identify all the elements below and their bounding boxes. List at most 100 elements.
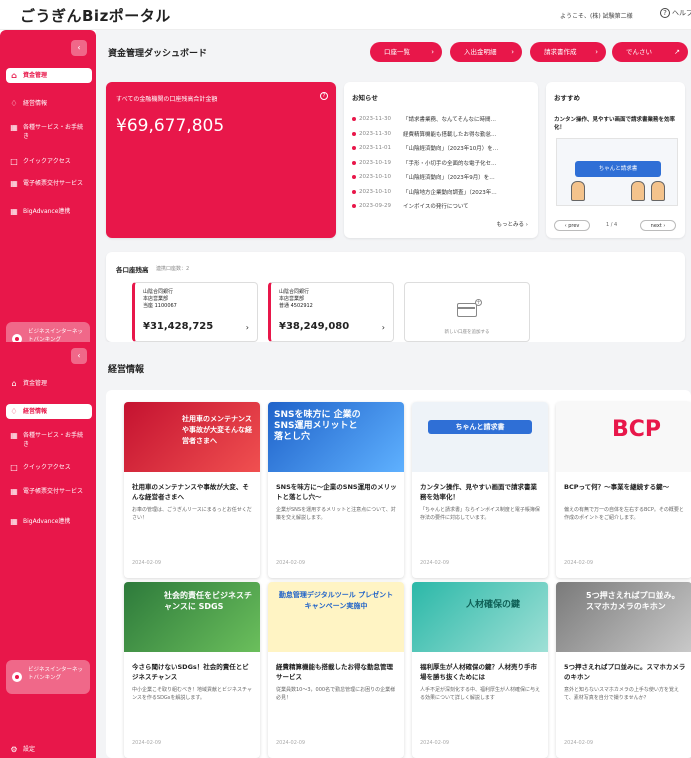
chevron-right-icon: › [245, 323, 249, 332]
densai-button[interactable]: でんさい ↗ [612, 42, 688, 62]
article-card[interactable]: ちゃんと請求書 カンタン操作、見やすい画面で請求書業務を効率化！ 「ちゃんと請求… [412, 402, 548, 578]
linked-account-count: 連携口座数：2 [156, 266, 190, 272]
account-balance: ¥31,428,725 [143, 321, 214, 332]
account-balance: ¥38,249,080 [279, 321, 350, 332]
article-thumbnail: 5つ押さえればプロ並み。スマホカメラのキホン [556, 582, 691, 652]
section-title: 経営情報 [108, 365, 145, 375]
article-thumbnail: 人材確保の鍵 [412, 582, 548, 652]
bulb-icon: ♢ [10, 407, 18, 416]
grid-icon: ▦ [10, 179, 18, 188]
grid-icon: ▦ [10, 517, 18, 526]
help-link[interactable]: ? ヘルプ [660, 8, 691, 18]
sidebar-item-e-documents[interactable]: ▦ 電子帳票交付サービス [6, 484, 92, 499]
sidebar-collapse-button[interactable]: ‹ [71, 40, 87, 56]
article-card[interactable]: BCP BCPって何？～事業を継続する鍵～ 偏えの有無で万一の自体を左右するBC… [556, 402, 691, 578]
invoice-create-button[interactable]: 請求書作成 › [530, 42, 606, 62]
add-account-card[interactable]: + 新しい口座を追加する [404, 282, 530, 342]
sidebar-item-bigadvance[interactable]: ▦ BigAdvance連携 [6, 204, 92, 219]
bullet-icon [352, 189, 356, 194]
article-card[interactable]: 勤怠管理デジタルツール プレゼントキャンペーン実施中 経費精算機能も搭載したお得… [268, 582, 404, 758]
sidebar-item-management[interactable]: ♢ 経営情報 [6, 96, 92, 111]
sidebar-item-settings[interactable]: ⚙ 設定 [6, 742, 92, 757]
grid-icon: ▦ [10, 487, 18, 496]
page-indicator: 1 / 4 [606, 222, 618, 228]
news-more-link[interactable]: もっとみる › [497, 220, 528, 228]
person-illustration [631, 181, 645, 201]
grid-icon: ▦ [10, 431, 18, 440]
article-card[interactable]: SNSを味方に 企業のSNS運用メリットと落とし穴 SNSを味方に～企業のSNS… [268, 402, 404, 578]
article-thumbnail: 勤怠管理デジタルツール プレゼントキャンペーン実施中 [268, 582, 404, 652]
card-icon [457, 303, 477, 317]
recommend-card: おすすめ カンタン操作、見やすい画面で請求書業務を効率化！ ちゃんと請求書 ‹ … [546, 82, 685, 238]
news-heading: お知らせ [352, 94, 378, 102]
total-balance-label: すべての金融機関の口座残高合計金額 [116, 96, 218, 103]
news-item[interactable]: 2023-11-30 経費精算機能も搭載したお得な勤怠… [352, 127, 532, 142]
news-card: お知らせ 2023-11-30 「請求書業務、なんてそんなに時間… 2023-11… [344, 82, 538, 238]
recommend-banner-image[interactable]: ちゃんと請求書 [556, 138, 678, 206]
article-grid: 社用車のメンテナンスや事故が大変そんな経営者さまへ 社用車のメンテナンスや事故が… [106, 390, 691, 758]
transactions-button[interactable]: 入出金明細 › [450, 42, 522, 62]
bullet-icon [352, 204, 356, 209]
sidebar-second: ‹ ⌂ 資金管理 ♢ 経営情報 ▦ 各種サービス・お手続き □ クイックアクセス ▦ 電子… [0, 342, 96, 758]
yen-icon: ⌂ [11, 379, 17, 388]
article-card[interactable]: 5つ押さえればプロ並み。スマホカメラのキホン 5つ押さえればプロ並みに。スマホカ… [556, 582, 691, 758]
article-thumbnail: ちゃんと請求書 [412, 402, 548, 472]
sidebar-item-funds[interactable]: ⌂ 資金管理 [6, 376, 92, 391]
article-thumbnail: 社用車のメンテナンスや事故が大変そんな経営者さまへ [124, 402, 260, 472]
recommend-heading: おすすめ [554, 94, 580, 102]
gear-icon: ⚙ [10, 745, 18, 754]
sidebar-item-funds[interactable]: ⌂ 資金管理 [6, 68, 92, 83]
bullet-icon [352, 117, 356, 122]
grid-icon: ▦ [10, 123, 18, 132]
total-balance-amount: ¥69,677,805 [116, 116, 225, 136]
sidebar-item-quick-access[interactable]: □ クイックアクセス [6, 154, 92, 169]
recommend-title[interactable]: カンタン操作、見やすい画面で請求書業務を効率化！ [554, 116, 678, 132]
bullet-icon [352, 175, 356, 180]
chevron-right-icon: › [381, 323, 385, 332]
news-item[interactable]: 2023-10-10 「山陰地方企業動向調査」（2023年… [352, 185, 532, 200]
plus-icon: + [475, 299, 482, 306]
article-card[interactable]: 人材確保の鍵 福利厚生が人材確保の鍵？人材売り手市場を勝ち抜くためには 人手不足… [412, 582, 548, 758]
info-icon[interactable]: ? [320, 92, 328, 100]
chevron-right-icon: › [595, 48, 598, 56]
sidebar-collapse-button[interactable]: ‹ [71, 348, 87, 364]
account-card[interactable]: 山陰合同銀行 本店営業部 当座 1100067 ¥31,428,725 › [132, 282, 258, 342]
article-thumbnail: SNSを味方に 企業のSNS運用メリットと落とし穴 [268, 402, 404, 472]
bullet-icon [352, 160, 356, 165]
news-item[interactable]: 2023-10-19 「手形・小切手の全面的な電子化セ… [352, 156, 532, 171]
page-title: 資金管理ダッシュボード [108, 49, 208, 59]
person-illustration [571, 181, 585, 201]
internet-banking-button[interactable]: ビジネスインターネットバンキング [6, 660, 90, 694]
sidebar-item-quick-access[interactable]: □ クイックアクセス [6, 460, 92, 475]
person-illustration [651, 181, 665, 201]
news-item[interactable]: 2023-11-01 「山陰経済動向」（2023年10月）を… [352, 141, 532, 156]
welcome-text: ようこそ、(株) 試験第二様 [560, 13, 633, 20]
chevron-right-icon: › [431, 48, 434, 56]
next-button[interactable]: next › [640, 220, 676, 231]
news-item[interactable]: 2023-11-30 「請求書業務、なんてそんなに時間… [352, 112, 532, 127]
sidebar-item-e-documents[interactable]: ▦ 電子帳票交付サービス [6, 176, 92, 191]
yen-icon: ⌂ [11, 71, 17, 80]
external-link-icon: ↗ [674, 48, 680, 56]
sidebar-item-services[interactable]: ▦ 各種サービス・お手続き [6, 120, 92, 144]
sidebar-item-services[interactable]: ▦ 各種サービス・お手続き [6, 428, 92, 452]
help-icon: ? [660, 8, 670, 18]
prev-button[interactable]: ‹ prev [554, 220, 590, 231]
help-label: ヘルプ [672, 9, 691, 17]
total-balance-card: すべての金融機関の口座残高合計金額 ? ¥69,677,805 [106, 82, 336, 238]
news-item[interactable]: 2023-10-10 「山陰経済動向」（2023年9月）を… [352, 170, 532, 185]
app-logo[interactable]: ごうぎんBizポータル [20, 5, 171, 26]
recommend-pager: ‹ prev 1 / 4 next › [554, 220, 678, 232]
account-list-button[interactable]: 口座一覧 › [370, 42, 442, 62]
article-card[interactable]: 社会的責任をビジネスチャンスに SDGS 今さら聞けないSDGs！社会的責任とビ… [124, 582, 260, 758]
bulb-icon: ♢ [10, 99, 18, 108]
account-card[interactable]: 山陰合同銀行 本店営業部 普通 4502912 ¥38,249,080 › [268, 282, 394, 342]
grid-icon: ▦ [10, 207, 18, 216]
article-card[interactable]: 社用車のメンテナンスや事故が大変そんな経営者さまへ 社用車のメンテナンスや事故が… [124, 402, 260, 578]
bookmark-icon: □ [10, 463, 18, 472]
news-item[interactable]: 2023-09-29 インボイスの発行について [352, 199, 532, 214]
news-list: 2023-11-30 「請求書業務、なんてそんなに時間… 2023-11-30 経費… [352, 112, 532, 214]
sidebar-item-management[interactable]: ♢ 経営情報 [6, 404, 92, 419]
sidebar-item-bigadvance[interactable]: ▦ BigAdvance連携 [6, 514, 92, 529]
management-section: 経営情報 社用車のメンテナンスや事故が大変そんな経営者さまへ 社用車のメンテナン… [96, 342, 691, 758]
